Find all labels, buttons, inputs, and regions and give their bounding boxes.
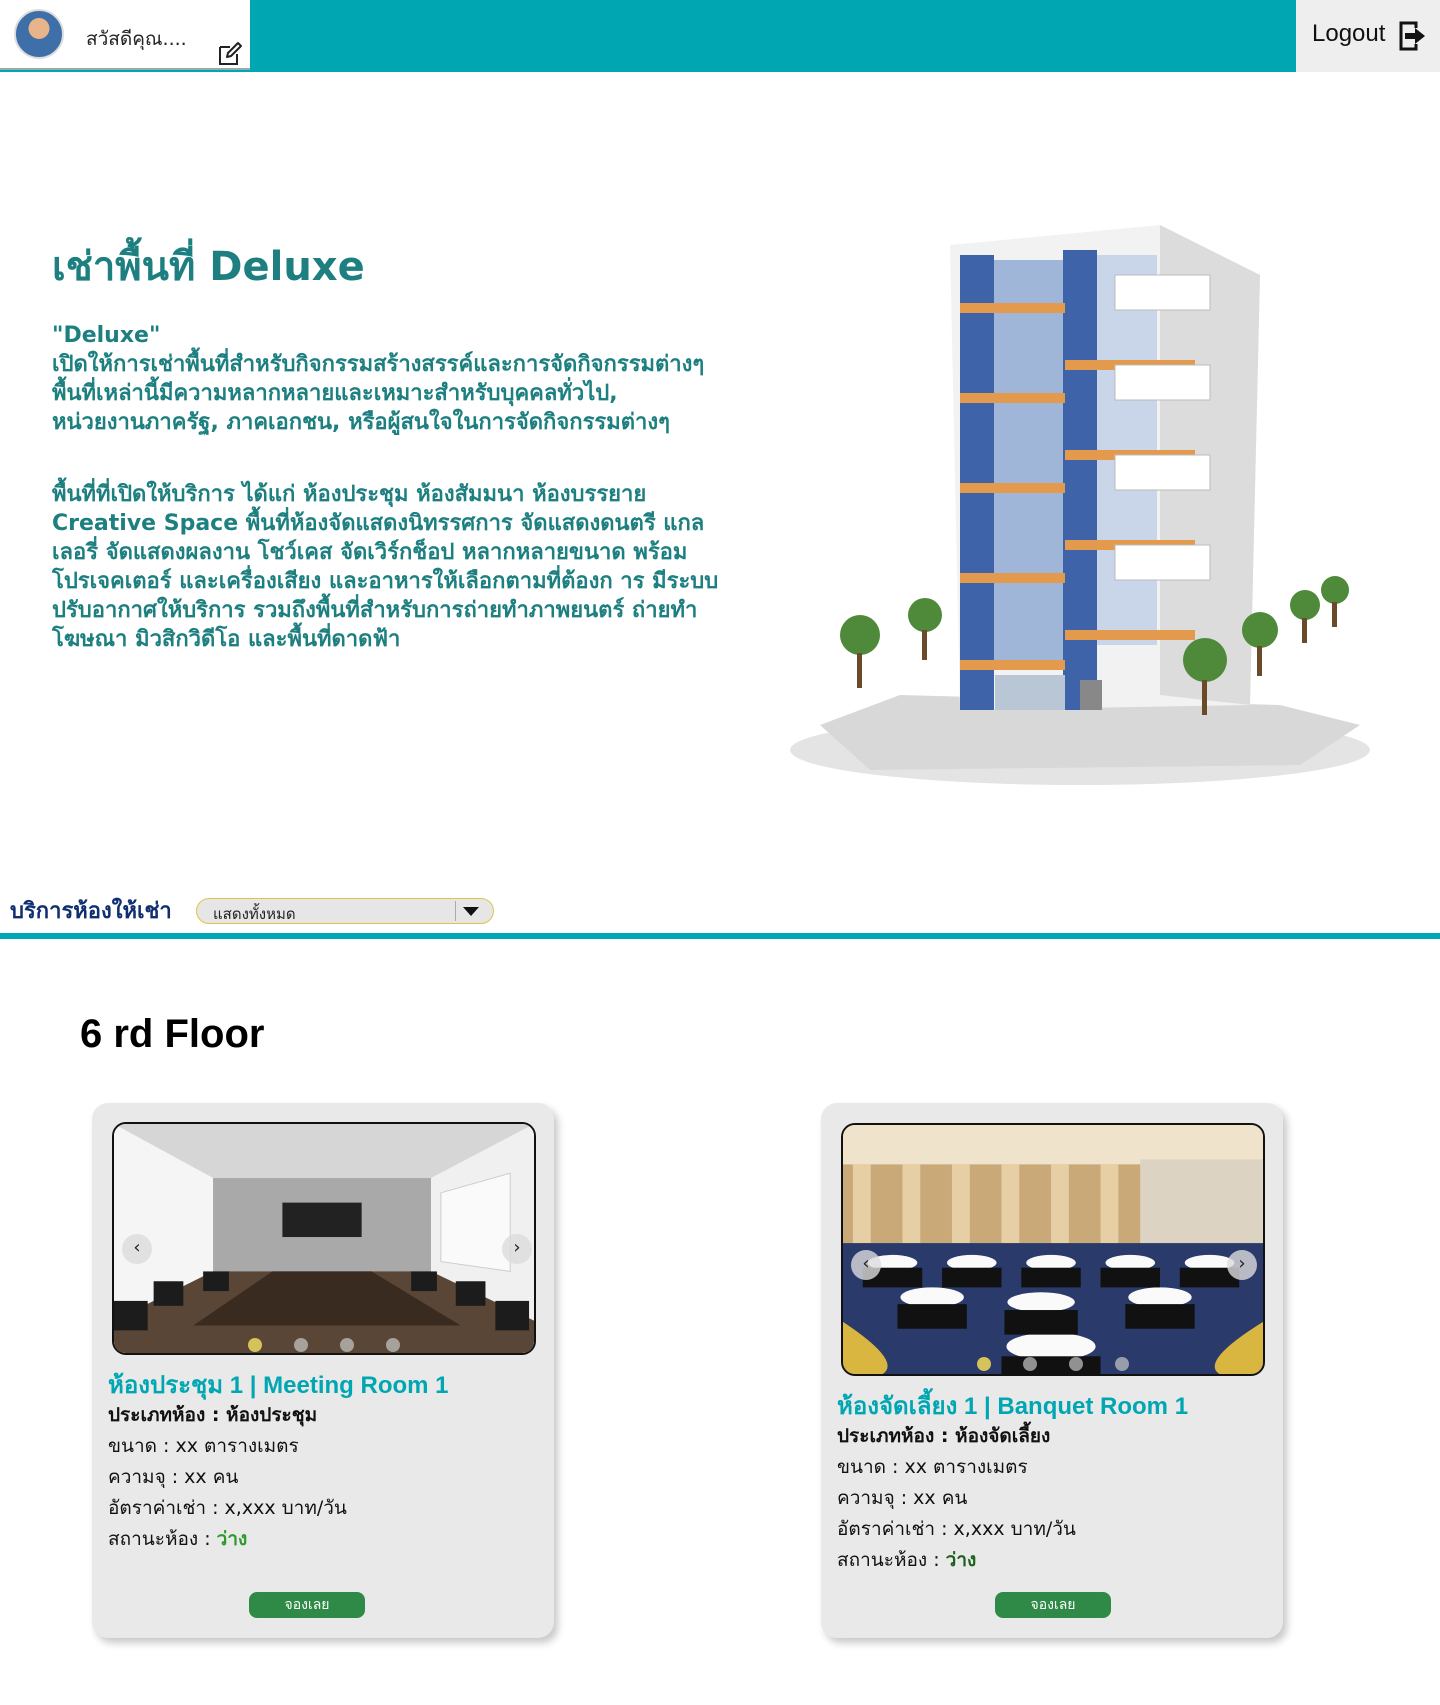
- carousel-dot[interactable]: [248, 1338, 262, 1352]
- carousel-dot[interactable]: [1069, 1357, 1083, 1371]
- avatar[interactable]: [14, 9, 64, 59]
- carousel-dot[interactable]: [1023, 1357, 1037, 1371]
- logout-icon: [1399, 21, 1425, 51]
- floor-title: 6 rd Floor: [80, 1012, 265, 1056]
- user-profile-box: สวัสดีคุณ....: [0, 0, 250, 70]
- logout-label: Logout: [1312, 20, 1386, 47]
- section-divider: [0, 933, 1440, 939]
- status-badge: ว่าง: [945, 1549, 977, 1571]
- page-title: เช่าพื้นที่ Deluxe: [52, 244, 365, 290]
- carousel-dot[interactable]: [977, 1357, 991, 1371]
- carousel-dot[interactable]: [386, 1338, 400, 1352]
- room-size: ขนาด : xx ตารางเมตร: [108, 1435, 299, 1457]
- chevron-down-icon[interactable]: [463, 907, 479, 916]
- filter-selected-value: แสดงทั้งหมด: [213, 905, 296, 923]
- carousel-dots: [843, 1356, 1263, 1374]
- book-now-button[interactable]: จองเลย: [249, 1592, 365, 1618]
- status-badge: ว่าง: [216, 1528, 248, 1550]
- carousel-dots: [114, 1337, 534, 1353]
- building-illustration: [790, 225, 1370, 785]
- book-now-button[interactable]: จองเลย: [995, 1592, 1111, 1618]
- chevron-left-icon[interactable]: ‹: [122, 1234, 152, 1264]
- banquet-room-photo: [843, 1125, 1263, 1374]
- room-photo-carousel[interactable]: ‹ ›: [841, 1123, 1265, 1376]
- room-type: ประเภทห้อง : ห้องประชุม: [108, 1404, 318, 1426]
- room-rate: อัตราค่าเช่า : x,xxx บาท/วัน: [837, 1518, 1076, 1540]
- chevron-right-icon[interactable]: ›: [1227, 1250, 1257, 1280]
- room-capacity: ความจุ : xx คน: [108, 1466, 239, 1488]
- room-capacity: ความจุ : xx คน: [837, 1487, 968, 1509]
- room-type: ประเภทห้อง : ห้องจัดเลี้ยง: [837, 1425, 1051, 1447]
- chevron-right-icon[interactable]: ›: [502, 1234, 532, 1264]
- room-photo-carousel[interactable]: ‹ ›: [112, 1122, 536, 1355]
- hero-paragraph-services: พื้นที่ที่เปิดให้บริการ ได้แก่ ห้องประชุ…: [52, 482, 719, 652]
- carousel-dot[interactable]: [340, 1338, 354, 1352]
- room-name[interactable]: ห้องจัดเลี้ยง 1 | Banquet Room 1: [837, 1386, 1188, 1425]
- greeting-text: สวัสดีคุณ....: [86, 28, 187, 50]
- edit-icon[interactable]: [216, 40, 244, 68]
- dropdown-separator: [455, 901, 456, 921]
- room-details: ประเภทห้อง : ห้องประชุม ขนาด : xx ตารางเ…: [108, 1400, 347, 1555]
- room-card: ‹ › ห้องจัดเลี้ยง 1 | Banquet Room 1 ประ…: [821, 1103, 1283, 1638]
- filter-label: บริการห้องให้เช่า: [10, 899, 172, 924]
- room-card: ‹ › ห้องประชุม 1 | Meeting Room 1 ประเภท…: [92, 1103, 554, 1638]
- chevron-left-icon[interactable]: ‹: [851, 1250, 881, 1280]
- room-details: ประเภทห้อง : ห้องจัดเลี้ยง ขนาด : xx ตาร…: [837, 1421, 1076, 1576]
- room-size: ขนาด : xx ตารางเมตร: [837, 1456, 1028, 1478]
- room-status-label: สถานะห้อง :: [108, 1528, 217, 1550]
- room-name[interactable]: ห้องประชุม 1 | Meeting Room 1: [108, 1365, 449, 1404]
- logout-button[interactable]: Logout: [1296, 0, 1440, 72]
- carousel-dot[interactable]: [294, 1338, 308, 1352]
- room-rate: อัตราค่าเช่า : x,xxx บาท/วัน: [108, 1497, 347, 1519]
- room-filter-select[interactable]: แสดงทั้งหมด: [196, 898, 494, 924]
- meeting-room-photo: [114, 1124, 534, 1353]
- carousel-dot[interactable]: [1115, 1357, 1129, 1371]
- room-status-label: สถานะห้อง :: [837, 1549, 946, 1571]
- hero-paragraph-intro: "Deluxe" เปิดให้การเช่าพื้นที่สำหรับกิจก…: [52, 323, 705, 435]
